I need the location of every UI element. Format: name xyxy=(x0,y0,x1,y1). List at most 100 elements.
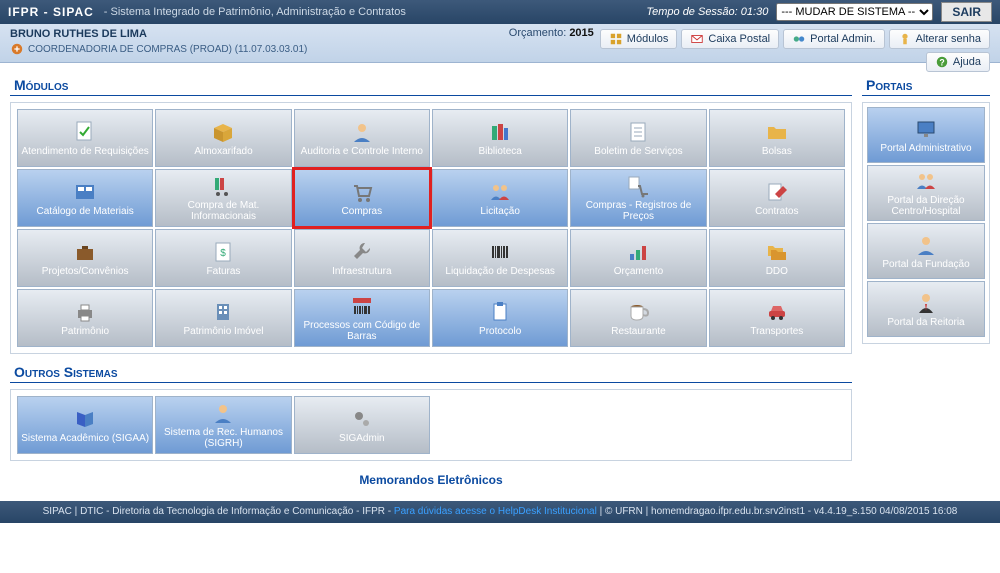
outro-1-label: Sistema de Rec. Humanos (SIGRH) xyxy=(158,427,288,449)
module-7-label: Compra de Mat. Informacionais xyxy=(158,200,288,222)
portal-admin-button[interactable]: Portal Admin. xyxy=(783,29,884,49)
module-10-label: Compras - Registros de Preços xyxy=(573,200,703,222)
module-14[interactable]: Infraestrutura xyxy=(294,229,430,287)
module-18[interactable]: Patrimônio xyxy=(17,289,153,347)
cup-icon xyxy=(626,300,650,324)
box-icon xyxy=(211,120,235,144)
cart-doc-icon xyxy=(626,174,650,198)
portals-box: Portal Administrativo Portal da Direção C… xyxy=(862,102,990,344)
helpdesk-link[interactable]: Para dúvidas acesse o HelpDesk Instituci… xyxy=(394,506,597,517)
folder-icon xyxy=(765,120,789,144)
brand: IFPR - SIPAC xyxy=(8,5,94,19)
module-15-label: Liquidação de Despesas xyxy=(445,266,555,277)
portal-2-label: Portal da Fundação xyxy=(882,259,969,270)
portal-1-label: Portal da Direção Centro/Hospital xyxy=(870,195,982,217)
module-4[interactable]: Boletim de Serviços xyxy=(570,109,706,167)
module-22-label: Restaurante xyxy=(611,326,665,337)
module-12-label: Projetos/Convênios xyxy=(42,266,129,277)
module-19-label: Patrimônio Imóvel xyxy=(183,326,263,337)
module-12[interactable]: Projetos/Convênios xyxy=(17,229,153,287)
budget-label: Orçamento: 2015 xyxy=(509,27,594,39)
module-2-label: Auditoria e Controle Interno xyxy=(301,146,423,157)
module-15[interactable]: Liquidação de Despesas xyxy=(432,229,568,287)
outros-box: Sistema Acadêmico (SIGAA) Sistema de Rec.… xyxy=(10,389,852,461)
memo-link[interactable]: Memorandos Eletrônicos xyxy=(359,473,502,487)
module-0[interactable]: Atendimento de Requisições xyxy=(17,109,153,167)
gears-icon xyxy=(350,407,374,431)
outro-0-label: Sistema Acadêmico (SIGAA) xyxy=(21,433,149,444)
logout-button[interactable]: SAIR xyxy=(941,2,992,22)
outro-2[interactable]: SIGAdmin xyxy=(294,396,430,454)
mailbox-button[interactable]: Caixa Postal xyxy=(681,29,779,49)
books-cart-icon xyxy=(211,174,235,198)
people-icon xyxy=(914,169,938,193)
portal-3[interactable]: Portal da Reitoria xyxy=(867,281,985,337)
module-3[interactable]: Biblioteca xyxy=(432,109,568,167)
module-11[interactable]: Contratos xyxy=(709,169,845,227)
outro-1[interactable]: Sistema de Rec. Humanos (SIGRH) xyxy=(155,396,291,454)
module-11-label: Contratos xyxy=(755,206,798,217)
books-icon xyxy=(488,120,512,144)
module-16-label: Orçamento xyxy=(614,266,663,277)
help-icon: ? xyxy=(935,55,949,69)
module-10[interactable]: Compras - Registros de Preços xyxy=(570,169,706,227)
modules-button[interactable]: Módulos xyxy=(600,29,678,49)
module-6-label: Catálogo de Materiais xyxy=(37,206,134,217)
people-icon xyxy=(488,180,512,204)
module-9[interactable]: Licitação xyxy=(432,169,568,227)
portal-admin-icon xyxy=(792,32,806,46)
module-21[interactable]: Protocolo xyxy=(432,289,568,347)
module-19[interactable]: Patrimônio Imóvel xyxy=(155,289,291,347)
memo-link-wrap: Memorandos Eletrônicos xyxy=(10,473,852,487)
module-16[interactable]: Orçamento xyxy=(570,229,706,287)
building-icon xyxy=(211,300,235,324)
module-20-label: Processos com Código de Barras xyxy=(297,320,427,342)
portal-2[interactable]: Portal da Fundação xyxy=(867,223,985,279)
person-suit-icon xyxy=(914,291,938,315)
change-password-button[interactable]: Alterar senha xyxy=(889,29,990,49)
modules-title: Módulos xyxy=(10,73,852,96)
module-6[interactable]: Catálogo de Materiais xyxy=(17,169,153,227)
module-20[interactable]: Processos com Código de Barras xyxy=(294,289,430,347)
module-2[interactable]: Auditoria e Controle Interno xyxy=(294,109,430,167)
module-14-label: Infraestrutura xyxy=(332,266,391,277)
printer-icon xyxy=(73,300,97,324)
module-4-label: Boletim de Serviços xyxy=(594,146,682,157)
help-button[interactable]: ? Ajuda xyxy=(926,52,990,72)
footer: SIPAC | DTIC - Diretoria da Tecnologia d… xyxy=(0,501,1000,523)
module-17[interactable]: DDO xyxy=(709,229,845,287)
barcode2-icon xyxy=(350,294,374,318)
module-7[interactable]: Compra de Mat. Informacionais xyxy=(155,169,291,227)
sheet-icon xyxy=(626,120,650,144)
person-icon xyxy=(211,401,235,425)
module-23[interactable]: Transportes xyxy=(709,289,845,347)
module-22[interactable]: Restaurante xyxy=(570,289,706,347)
portal-1[interactable]: Portal da Direção Centro/Hospital xyxy=(867,165,985,221)
svg-text:$: $ xyxy=(221,248,227,259)
module-13[interactable]: $Faturas xyxy=(155,229,291,287)
pen-icon xyxy=(765,180,789,204)
module-21-label: Protocolo xyxy=(479,326,521,337)
module-0-label: Atendimento de Requisições xyxy=(22,146,149,157)
module-8-label: Compras xyxy=(342,206,383,217)
module-8[interactable]: Compras xyxy=(294,169,430,227)
briefcase-icon xyxy=(73,240,97,264)
portal-0-label: Portal Administrativo xyxy=(880,143,971,154)
car-icon xyxy=(765,300,789,324)
outros-title: Outros Sistemas xyxy=(10,360,852,383)
outro-0[interactable]: Sistema Acadêmico (SIGAA) xyxy=(17,396,153,454)
module-9-label: Licitação xyxy=(480,206,519,217)
system-select[interactable]: --- MUDAR DE SISTEMA -- xyxy=(776,3,933,21)
module-5[interactable]: Bolsas xyxy=(709,109,845,167)
module-3-label: Biblioteca xyxy=(478,146,521,157)
top-bar: IFPR - SIPAC - Sistema Integrado de Patr… xyxy=(0,0,1000,24)
user-bar: BRUNO RUTHES DE LIMA COORDENADORIA DE CO… xyxy=(0,24,1000,63)
modules-box: Atendimento de Requisições Almoxarifado Au… xyxy=(10,102,852,354)
module-5-label: Bolsas xyxy=(762,146,792,157)
session-label: Tempo de Sessão: 01:30 xyxy=(646,6,768,18)
portal-0[interactable]: Portal Administrativo xyxy=(867,107,985,163)
key-icon xyxy=(898,32,912,46)
person-icon xyxy=(914,233,938,257)
book-icon xyxy=(73,407,97,431)
module-1[interactable]: Almoxarifado xyxy=(155,109,291,167)
